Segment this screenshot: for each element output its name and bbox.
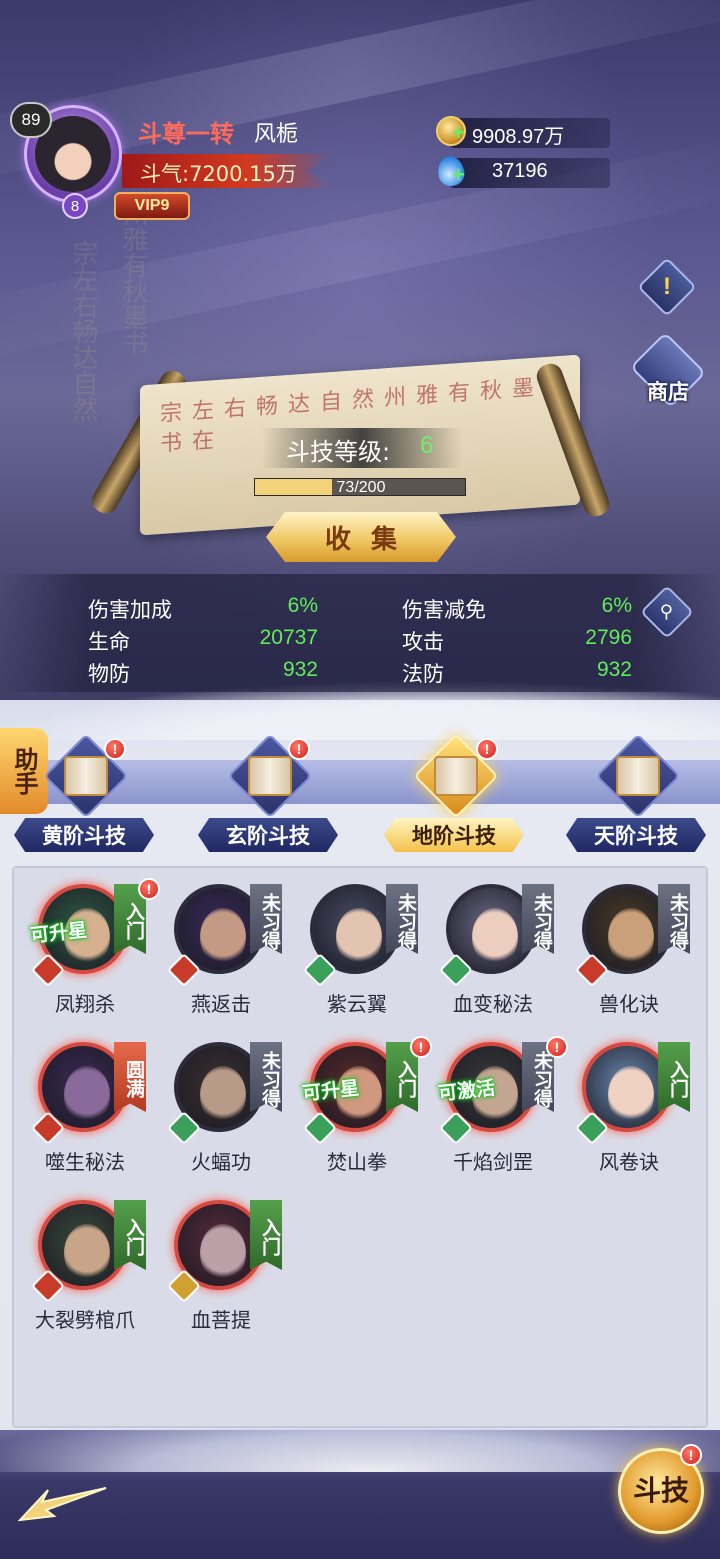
stat-value-hp: 20737 <box>259 626 318 649</box>
character-face <box>64 1224 110 1282</box>
stat-label-attack: 攻击 <box>402 630 444 654</box>
skill-card[interactable]: 入门风卷诀 <box>554 1024 690 1174</box>
skill-name: 血变秘法 <box>453 992 533 1016</box>
skill-level-label: 斗技等级: <box>286 438 391 466</box>
tab-label: 地阶斗技 <box>412 824 496 848</box>
collect-button[interactable]: 收集 <box>266 512 456 562</box>
alert-badge: ! <box>476 738 498 760</box>
skill-name: 凤翔杀 <box>55 992 115 1016</box>
skill-name: 火蝠功 <box>191 1150 251 1174</box>
skill-status-tag: 入门 <box>658 1042 690 1112</box>
skill-level-value: 6 <box>420 432 434 459</box>
skill-name: 噬生秘法 <box>45 1150 125 1174</box>
character-face <box>608 1066 654 1124</box>
skill-card[interactable]: 未习得火蝠功 <box>146 1024 282 1174</box>
stat-label-damage-bonus: 伤害加成 <box>88 598 172 622</box>
skill-card[interactable]: 入门 可升星! 焚山拳 <box>282 1024 432 1174</box>
tab-label: 玄阶斗技 <box>226 824 310 848</box>
alert-badge: ! <box>104 738 126 760</box>
shop-label: 商店 <box>647 380 689 404</box>
skill-card[interactable]: 入门大裂劈棺爪 <box>10 1182 146 1332</box>
skill-status-tag: 未习得 <box>250 884 282 954</box>
add-gem-button[interactable]: + <box>452 162 465 188</box>
skill-exp-text: 73/200 <box>336 479 386 496</box>
exclamation-icon: ! <box>663 273 671 300</box>
fight-skill-label: 斗技 <box>632 1474 689 1507</box>
stat-label-damage-reduction: 伤害减免 <box>402 598 486 622</box>
magnifier-icon: ⚲ <box>660 601 674 623</box>
scroll-book-icon <box>616 756 660 796</box>
skill-status-tag: 圆满 <box>114 1042 146 1112</box>
skill-card[interactable]: 入门 可升星! 凤翔杀 <box>10 866 160 1016</box>
player-name: 风栀 <box>254 122 299 147</box>
shop-button[interactable]: 商店 <box>629 330 707 410</box>
stat-label-physical-defense: 物防 <box>88 662 130 686</box>
tab-yellow-tier[interactable]: ! 黄阶斗技 <box>14 733 154 852</box>
character-face <box>200 908 246 966</box>
tab-label: 天阶斗技 <box>594 824 678 848</box>
tab-label-box: 地阶斗技 <box>384 818 524 852</box>
skill-exp-bar: 73/200 <box>254 478 466 496</box>
scroll-book-icon <box>434 756 478 796</box>
tab-label-box: 黄阶斗技 <box>14 818 154 852</box>
skill-card[interactable]: 未习得紫云翼 <box>282 866 418 1016</box>
vip-badge[interactable]: VIP9 <box>114 192 190 220</box>
stat-value-magic-defense: 932 <box>596 658 632 681</box>
stat-value-physical-defense: 932 <box>282 658 318 681</box>
tab-mystic-tier[interactable]: ! 玄阶斗技 <box>198 733 338 852</box>
skill-name: 风卷诀 <box>599 1150 659 1174</box>
character-face <box>64 1066 110 1124</box>
skill-name: 燕返击 <box>191 992 251 1016</box>
stat-value-damage-bonus: 6% <box>287 594 318 617</box>
tab-label: 黄阶斗技 <box>42 824 126 848</box>
footer-background <box>0 1402 720 1559</box>
skill-name: 大裂劈棺爪 <box>35 1308 135 1332</box>
skill-status-tag: 未习得 <box>386 884 418 954</box>
calligraphy-decoration: 州雅有秋墨书 <box>118 200 148 356</box>
back-arrow-icon[interactable] <box>18 1476 108 1522</box>
player-power: 斗气:7200.15万 <box>140 162 297 186</box>
rank-badge: 8 <box>62 193 88 219</box>
scroll-book-icon <box>64 756 108 796</box>
skill-card[interactable]: 入门血菩提 <box>146 1182 282 1332</box>
skill-card[interactable]: 圆满噬生秘法 <box>10 1024 146 1174</box>
skill-status-tag: 入门 <box>114 1200 146 1270</box>
stat-label-magic-defense: 法防 <box>402 662 444 686</box>
skill-name: 焚山拳 <box>327 1150 387 1174</box>
alert-badge: ! <box>288 738 310 760</box>
add-gold-button[interactable]: + <box>452 120 465 146</box>
skill-card[interactable]: 未习得血变秘法 <box>418 866 554 1016</box>
stat-label-hp: 生命 <box>88 630 130 654</box>
skill-card[interactable]: 未习得 可激活! 千焰剑罡 <box>418 1024 568 1174</box>
skill-card[interactable]: 未习得兽化诀 <box>554 866 690 1016</box>
gem-amount: 37196 <box>492 160 548 182</box>
skill-status-tag: 未习得 <box>250 1042 282 1112</box>
calligraphy-decoration: 宗左右畅达自然 <box>68 240 98 422</box>
player-level-badge: 89 <box>10 102 52 138</box>
tab-heaven-tier[interactable]: 天阶斗技 <box>566 733 706 852</box>
skill-card[interactable]: 未习得燕返击 <box>146 866 282 1016</box>
skill-name: 兽化诀 <box>599 992 659 1016</box>
skill-name: 紫云翼 <box>327 992 387 1016</box>
skill-name: 千焰剑罡 <box>453 1150 533 1174</box>
character-face <box>472 908 518 966</box>
character-face <box>336 908 382 966</box>
character-face <box>200 1224 246 1282</box>
player-rank-title: 斗尊一转 <box>138 119 234 148</box>
skill-status-tag: 入门 <box>250 1200 282 1270</box>
alert-badge: ! <box>680 1444 702 1466</box>
stat-value-attack: 2796 <box>585 626 632 649</box>
stat-value-damage-reduction: 6% <box>601 594 632 617</box>
skill-name: 血菩提 <box>191 1308 251 1332</box>
skill-status-tag: 未习得 <box>522 884 554 954</box>
character-face <box>200 1066 246 1124</box>
tab-label-box: 玄阶斗技 <box>198 818 338 852</box>
collect-label: 收集 <box>324 524 417 555</box>
tab-label-box: 天阶斗技 <box>566 818 706 852</box>
scroll-book-icon <box>248 756 292 796</box>
skill-status-tag: 未习得 <box>658 884 690 954</box>
gold-amount: 9908.97万 <box>472 126 565 148</box>
character-face <box>608 908 654 966</box>
tab-earth-tier[interactable]: ! 地阶斗技 <box>384 733 524 852</box>
